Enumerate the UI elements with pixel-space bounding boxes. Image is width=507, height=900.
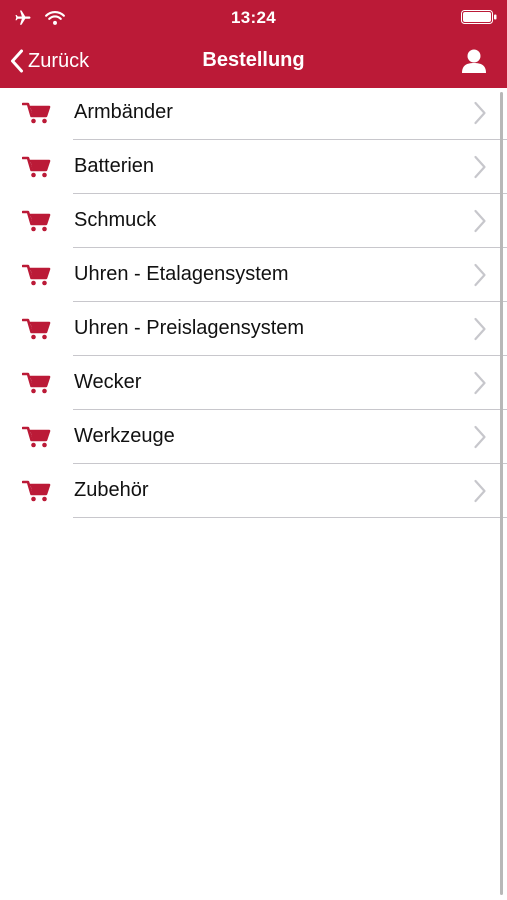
list-item-label: Zubehör xyxy=(74,479,149,501)
chevron-right-icon xyxy=(474,371,486,395)
list-item-label: Wecker xyxy=(74,371,142,393)
shopping-cart-icon xyxy=(22,372,51,394)
list-item-label: Armbänder xyxy=(74,101,173,123)
navigation-bar: Zurück Bestellung xyxy=(0,34,507,88)
list-item-label: Werkzeuge xyxy=(74,425,175,447)
chevron-right-icon xyxy=(474,479,486,503)
shopping-cart-icon xyxy=(22,102,51,124)
list-item[interactable]: Wecker xyxy=(0,356,507,410)
list-item[interactable]: Uhren - Etalagensystem xyxy=(0,248,507,302)
header: 13:24 Zurück Bestellung xyxy=(0,0,507,88)
list-item[interactable]: Armbänder xyxy=(0,86,507,140)
shopping-cart-icon xyxy=(22,156,51,178)
list-item-label: Uhren - Etalagensystem xyxy=(74,263,289,285)
category-list: Armbänder Batterien Schmuck Uhren - Etalage… xyxy=(0,86,507,518)
status-bar: 13:24 xyxy=(0,0,507,34)
battery-icon xyxy=(461,10,497,24)
row-separator xyxy=(73,517,507,518)
list-item[interactable]: Batterien xyxy=(0,140,507,194)
status-time: 13:24 xyxy=(231,8,276,27)
shopping-cart-icon xyxy=(22,426,51,448)
shopping-cart-icon xyxy=(22,210,51,232)
list-item-label: Schmuck xyxy=(74,209,157,231)
chevron-right-icon xyxy=(474,263,486,287)
chevron-right-icon xyxy=(474,209,486,233)
chevron-right-icon xyxy=(474,155,486,179)
shopping-cart-icon xyxy=(22,264,51,286)
shopping-cart-icon xyxy=(22,480,51,502)
chevron-right-icon xyxy=(474,317,486,341)
list-item-label: Batterien xyxy=(74,155,155,177)
chevron-right-icon xyxy=(474,101,486,125)
list-item-label: Uhren - Preislagensystem xyxy=(74,317,305,339)
scrollbar[interactable] xyxy=(500,92,503,895)
shopping-cart-icon xyxy=(22,318,51,340)
page-title: Bestellung xyxy=(202,49,305,71)
user-icon[interactable] xyxy=(461,48,487,74)
list-item[interactable]: Schmuck xyxy=(0,194,507,248)
list-item[interactable]: Werkzeuge xyxy=(0,410,507,464)
list-item[interactable]: Uhren - Preislagensystem xyxy=(0,302,507,356)
chevron-right-icon xyxy=(474,425,486,449)
list-item[interactable]: Zubehör xyxy=(0,464,507,518)
